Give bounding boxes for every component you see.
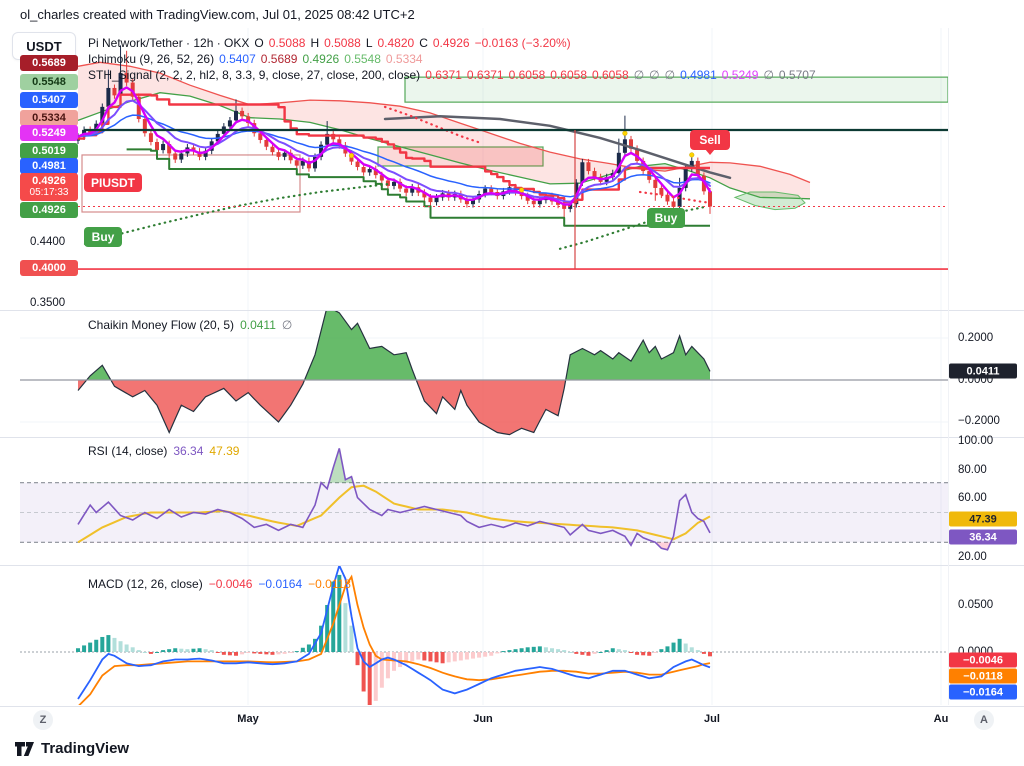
legend-token: 0.6058 <box>509 68 546 82</box>
price-label-badge: 0.5019 <box>20 143 78 159</box>
price-label-badge: 0.5548 <box>20 74 78 90</box>
legend-token: 0.5407 <box>219 52 256 66</box>
legend-token: 36.34 <box>173 444 203 458</box>
legend-token: MACD (12, 26, close) <box>88 577 203 591</box>
price-axis-tick: 0.3500 <box>30 297 65 309</box>
legend-token: 0.4926 <box>302 52 339 66</box>
month-label: Jul <box>704 713 720 725</box>
legend-token: 0.6371 <box>425 68 462 82</box>
legend-token: Chaikin Money Flow (20, 5) <box>88 318 234 332</box>
indicator-value-badge: 36.34 <box>949 530 1017 545</box>
price-label-badge: 0.492605:17:33 <box>20 173 78 201</box>
indicator-value-badge: −0.0118 <box>949 669 1017 684</box>
legend-token: O <box>254 36 263 50</box>
legend-token: −0.0118 <box>308 577 351 591</box>
legend-token: −0.0046 <box>209 577 253 591</box>
indicator-value-badge: 47.39 <box>949 512 1017 527</box>
price-axis-tick: 0.4400 <box>30 236 65 248</box>
time-axis[interactable]: Z A May Jun Jul Au <box>0 706 1024 733</box>
price-label-badge: 0.5334 <box>20 110 78 126</box>
indicator-axis-tick: 0.2000 <box>958 332 993 344</box>
legend-token: 0.5689 <box>261 52 298 66</box>
legend-token: Pi Network/Tether · 12h · OKX <box>88 36 249 50</box>
legend-token: 0.0411 <box>240 318 276 332</box>
tradingview-logo[interactable]: TradingView <box>14 740 129 757</box>
sell-marker-label: Sell <box>690 130 730 150</box>
month-label: May <box>237 713 258 725</box>
price-label-badge: 0.4981 <box>20 158 78 174</box>
month-label: Jun <box>473 713 493 725</box>
price-label-badge: 0.5689 <box>20 55 78 71</box>
legend-token: C <box>419 36 428 50</box>
legend-token: 0.5088 <box>324 36 361 50</box>
legend-token: 0.4820 <box>378 36 415 50</box>
indicator-value-badge: −0.0046 <box>949 653 1017 668</box>
legend-token: −0.0163 (−3.20%) <box>475 36 571 50</box>
legend-token: STH_Signal (2, 2, 2, hl2, 8, 3.3, 9, clo… <box>88 68 420 82</box>
chart-canvas[interactable] <box>0 0 1024 738</box>
time-axis-left-button[interactable]: Z <box>33 710 53 730</box>
indicator-value-badge: −0.0164 <box>949 685 1017 700</box>
price-label-badge: 0.5249 <box>20 125 78 141</box>
indicator-axis-tick: 0.0500 <box>958 599 993 611</box>
price-label-badge: 0.4000 <box>20 260 78 276</box>
cmf-pane-title[interactable]: Chaikin Money Flow (20, 5) 0.0411 ∅ <box>88 318 298 332</box>
indicator-axis-tick: 20.00 <box>958 551 987 563</box>
legend-token: ∅ <box>634 68 644 82</box>
legend-symbol-row[interactable]: Pi Network/Tether · 12h · OKX O 0.5088 H 0.5… <box>88 36 576 50</box>
legend-token: ∅ <box>763 68 773 82</box>
legend-token: 0.6058 <box>592 68 629 82</box>
legend-token: 0.5707 <box>779 68 816 82</box>
indicator-axis-tick: 100.00 <box>958 435 993 447</box>
macd-pane-title[interactable]: MACD (12, 26, close) −0.0046 −0.0164 −0.011… <box>88 577 357 591</box>
legend-ichimoku-row[interactable]: Ichimoku (9, 26, 52, 26) 0.5407 0.5689 0.49… <box>88 52 428 66</box>
indicator-axis-tick: −0.2000 <box>958 415 1000 427</box>
legend-token: Ichimoku (9, 26, 52, 26) <box>88 52 214 66</box>
tradingview-logo-icon <box>14 741 35 757</box>
legend-token: H <box>310 36 319 50</box>
legend-token: 0.4981 <box>680 68 717 82</box>
legend-token: 0.6371 <box>467 68 504 82</box>
rsi-pane-title[interactable]: RSI (14, close) 36.34 47.39 <box>88 444 245 458</box>
legend-token: 0.5334 <box>386 52 423 66</box>
legend-token: L <box>366 36 373 50</box>
legend-token: 0.5249 <box>722 68 759 82</box>
price-label-badge: 0.5407 <box>20 92 78 108</box>
legend-token: ∅ <box>649 68 659 82</box>
indicator-axis-tick: 60.00 <box>958 492 987 504</box>
indicator-value-badge: 0.0411 <box>949 364 1017 379</box>
legend-token: RSI (14, close) <box>88 444 167 458</box>
legend-token: ∅ <box>665 68 675 82</box>
price-label-badge: 0.4926 <box>20 202 78 218</box>
legend-sth-signal-row[interactable]: STH_Signal (2, 2, 2, hl2, 8, 3.3, 9, clo… <box>88 68 821 82</box>
month-label: Au <box>934 713 949 725</box>
time-axis-right-button[interactable]: A <box>974 710 994 730</box>
legend-token: 0.5088 <box>269 36 306 50</box>
buy-marker-label: Buy <box>84 227 122 247</box>
tradingview-chart-page: ol_charles created with TradingView.com,… <box>0 0 1024 766</box>
tradingview-logo-text: TradingView <box>41 740 129 757</box>
indicator-axis-tick: 80.00 <box>958 464 987 476</box>
legend-token: 47.39 <box>209 444 239 458</box>
legend-token: 0.5548 <box>344 52 381 66</box>
buy-marker-label: Buy <box>647 208 685 228</box>
legend-token: −0.0164 <box>258 577 302 591</box>
legend-token: 0.6058 <box>550 68 587 82</box>
legend-token: ∅ <box>282 318 292 332</box>
piusdt-marker-label: PIUSDT <box>84 173 142 192</box>
legend-token: 0.4926 <box>433 36 470 50</box>
